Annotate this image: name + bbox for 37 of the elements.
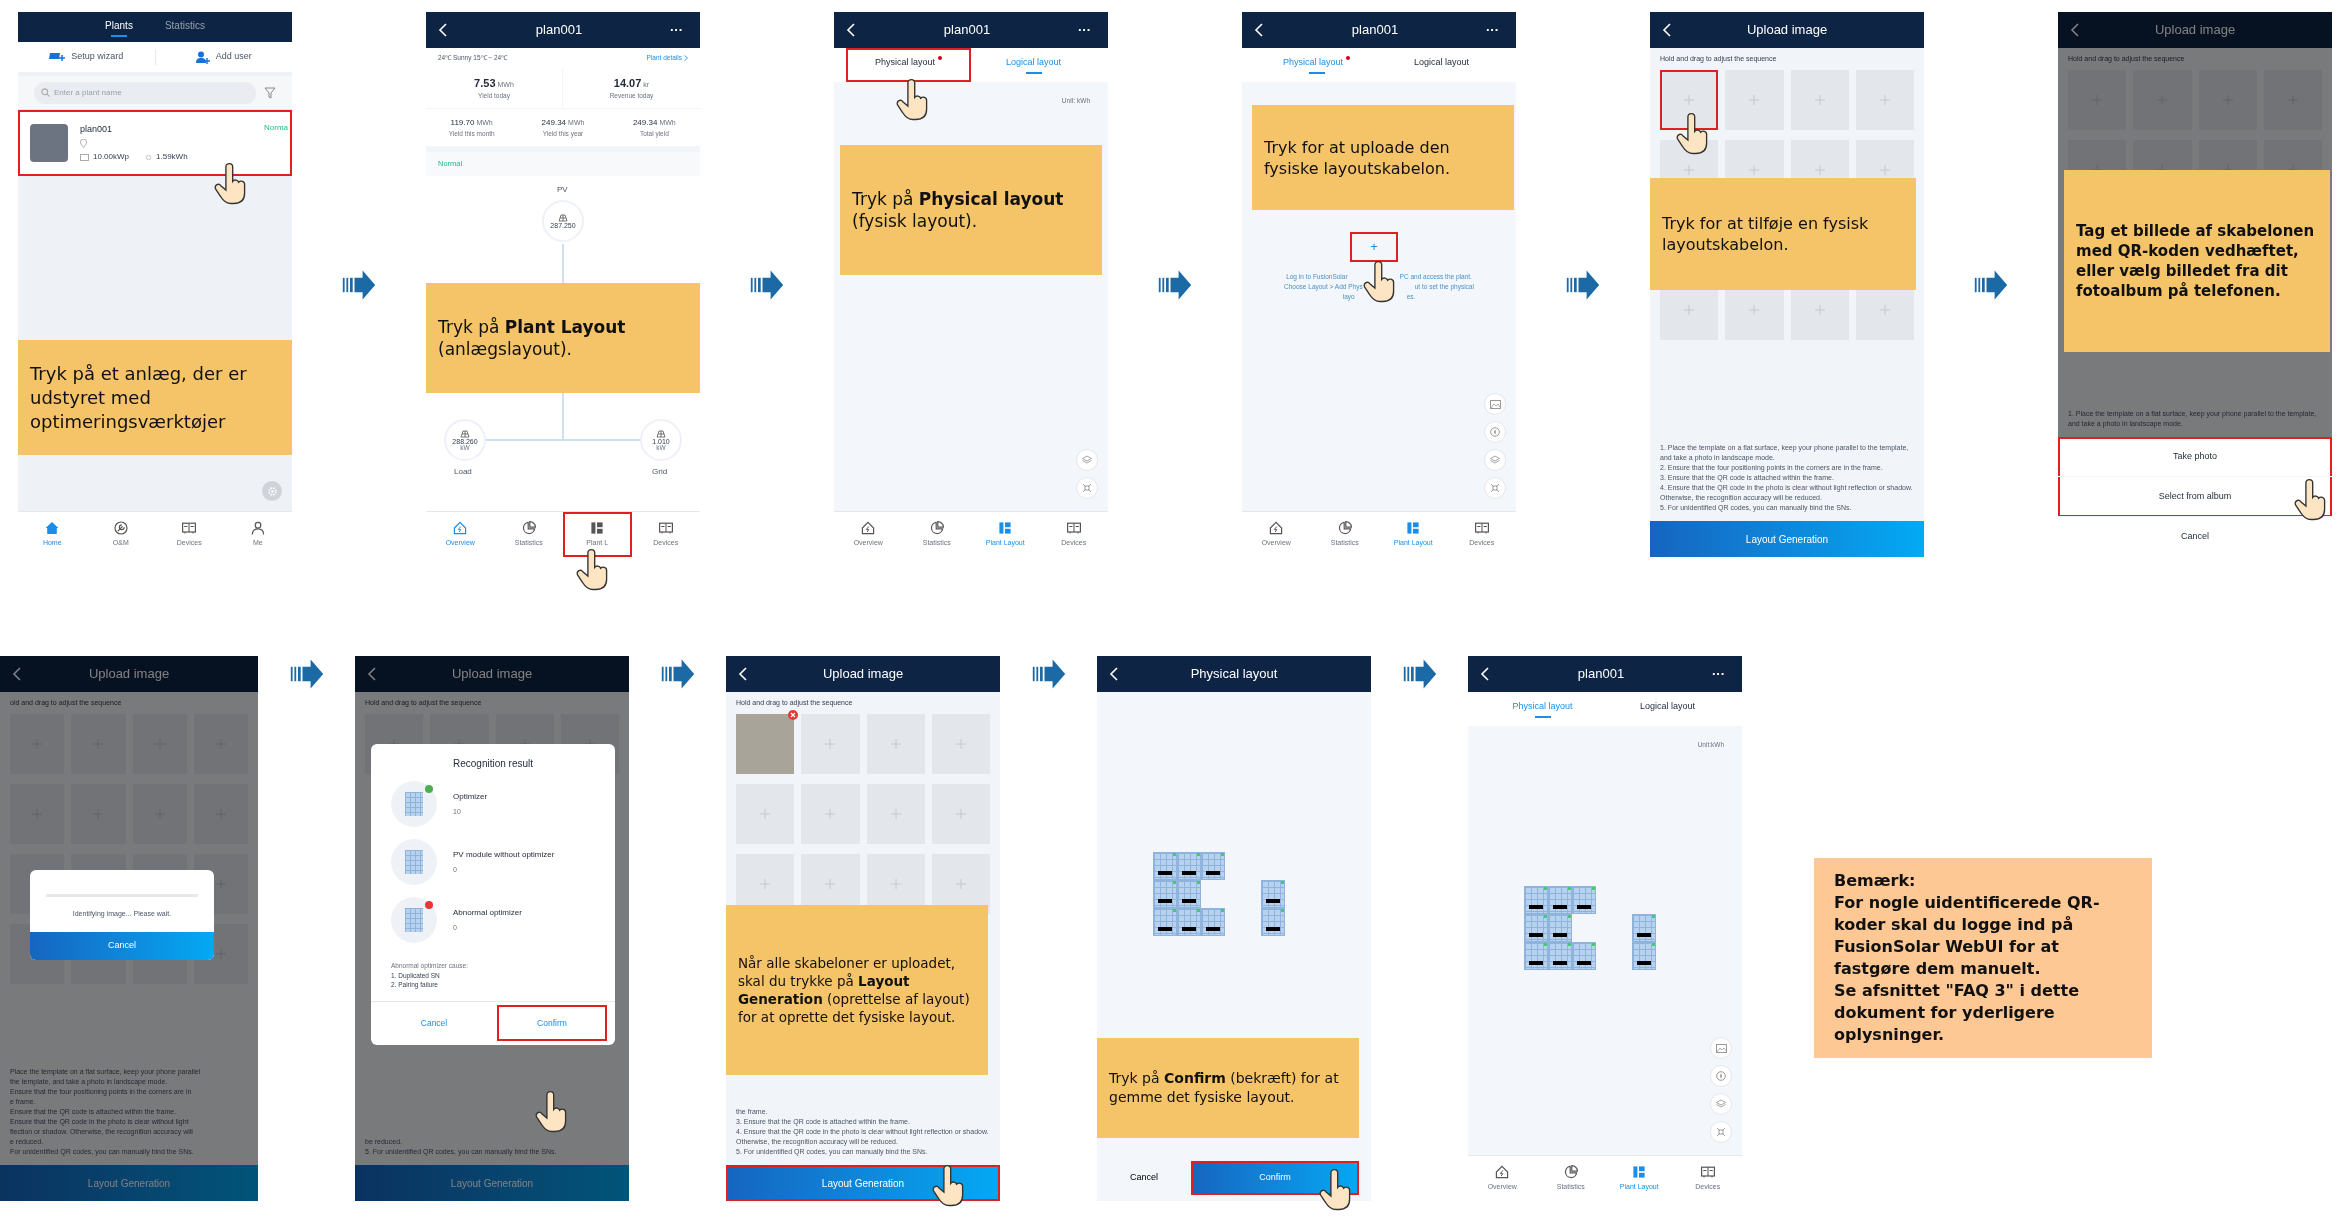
instruction-tooltip: Tryk for at tilføje en fysisk layoutskabelon. — [1650, 178, 1916, 290]
screen-title: Upload image — [1745, 21, 1829, 40]
screen-title: Upload image — [2153, 21, 2237, 40]
instruction-tooltip: Tryk på Physical layout (fysisk layout). — [840, 145, 1102, 275]
instruction-tooltip: Tryk på Plant Layout (anlægslayout). — [426, 283, 700, 393]
screen-title: plan001 — [942, 21, 992, 40]
screen-title: plan001 — [1350, 21, 1400, 40]
status-text: Norma — [264, 122, 288, 134]
instruction-tooltip: Tryk på et anlæg, der er udstyret med optimeringsværktøjer — [18, 340, 292, 455]
result-label: Abnormal optimizer — [453, 906, 522, 919]
screen-title: Upload image — [450, 665, 534, 684]
dialog-title: Recognition result — [451, 757, 534, 771]
capacity-text: 10.00kWp — [93, 151, 130, 164]
stat-value: 249.34 — [541, 116, 567, 129]
screen-title: plan001 — [534, 21, 584, 40]
note-text: For nogle uidentificerede QR-koder skal du logge ind på FusionSolar WebUI for at fastgøre dem manuelt. — [1834, 892, 2101, 980]
instruction-tooltip: Tryk for at uploade den fysiske layoutskabelon. — [1252, 105, 1514, 210]
node-label: Grid — [652, 466, 668, 478]
node-label: PV — [557, 184, 568, 196]
stat-value: 7.53 — [474, 75, 496, 91]
screen-title: Upload image — [821, 665, 905, 684]
node-label: Load — [454, 466, 472, 478]
instruction-tooltip: Tryk på Confirm (bekræft) for at gemme det fysiske layout. — [1097, 1038, 1359, 1138]
screen-title: Upload image — [87, 665, 171, 684]
result-label: Optimizer — [453, 790, 488, 803]
plant-name: plan001 — [80, 122, 114, 136]
note-text: Bemærk: — [1834, 870, 1917, 892]
screen-title: Physical layout — [1189, 665, 1279, 684]
energy-text: 1.59kWh — [156, 151, 188, 164]
instruction-tooltip: Når alle skabeloner er uploadet, skal du trykke på Layout Generation (oprettelse af layout) for at oprette det fysiske layout. — [726, 905, 988, 1075]
note-text: Se afsnittet "FAQ 3" i dette dokument for yderligere oplysninger. — [1834, 980, 2080, 1046]
stat-value: 14.07 — [613, 75, 642, 91]
stat-value: 249.34 — [632, 116, 658, 129]
stat-value: 119.70 — [450, 116, 475, 129]
result-label: PV module without optimizer — [453, 848, 555, 861]
screen-title: plan001 — [1576, 665, 1626, 684]
instruction-tooltip: Tag et billede af skabelonen med QR-koden vedhæftet, eller vælg billedet fra dit fotoalbum på telefonen. — [2064, 170, 2330, 352]
